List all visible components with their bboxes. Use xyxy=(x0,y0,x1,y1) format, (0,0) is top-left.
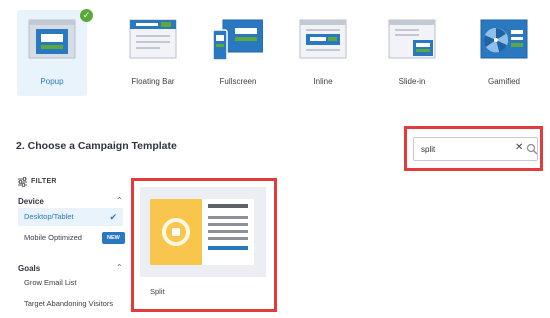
campaign-type-label: Inline xyxy=(313,77,333,86)
filter-option-mobile-optimized[interactable]: Mobile Optimized NEW xyxy=(18,229,125,247)
campaign-type-floating-bar[interactable]: Floating Bar xyxy=(118,10,188,96)
filter-option-target-abandoning-visitors[interactable]: Target Abandoning Visitors xyxy=(18,295,138,313)
template-preview xyxy=(140,187,266,277)
filter-sliders-icon xyxy=(18,177,27,187)
collapse-caret-icon[interactable]: ⌃ xyxy=(116,263,123,272)
campaign-type-slide-in[interactable]: Slide-in xyxy=(377,10,447,96)
preview-text-line xyxy=(208,216,248,219)
template-preview-image-panel xyxy=(150,199,202,265)
inline-icon xyxy=(299,19,347,59)
filter-option-label: Mobile Optimized xyxy=(24,233,82,242)
filter-option-grow-email-list[interactable]: Grow Email List xyxy=(18,274,123,292)
campaign-type-label: Floating Bar xyxy=(131,77,175,86)
search-input[interactable] xyxy=(421,143,511,156)
gamified-wheel-icon xyxy=(480,19,528,59)
campaign-type-inline[interactable]: Inline xyxy=(288,10,358,96)
collapse-caret-icon[interactable]: ⌃ xyxy=(116,196,123,205)
checkmark-icon: ✓ xyxy=(80,9,93,22)
template-card-split[interactable]: Split xyxy=(140,187,266,305)
template-preview-content-panel xyxy=(202,199,254,265)
filter-option-label: Desktop/Tablet xyxy=(24,212,74,221)
new-badge: NEW xyxy=(102,232,125,244)
checkmark-icon: ✔ xyxy=(109,212,117,222)
template-preview-graphic xyxy=(162,218,190,246)
preview-headline-bar xyxy=(208,204,248,208)
preview-text-line xyxy=(208,237,248,240)
section-heading: 2. Choose a Campaign Template xyxy=(16,140,177,152)
filter-option-desktop-tablet[interactable]: Desktop/Tablet ✔ xyxy=(18,208,123,226)
popup-icon xyxy=(28,19,76,59)
preview-text-line xyxy=(208,230,248,233)
campaign-type-row: Popup ✓ Floating Bar Fullscreen Inline S… xyxy=(0,0,550,100)
floating-bar-icon xyxy=(129,19,177,59)
filter-option-label: Grow Email List xyxy=(24,278,77,287)
campaign-type-label: Slide-in xyxy=(398,77,426,86)
preview-button-bar xyxy=(208,246,248,250)
filter-option-label: Target Abandoning Visitors xyxy=(24,299,114,308)
clear-search-icon[interactable]: ✕ xyxy=(515,142,523,153)
template-search[interactable]: ✕ xyxy=(413,137,538,161)
preview-text-line xyxy=(208,223,248,226)
campaign-type-popup[interactable]: Popup xyxy=(17,10,87,96)
fullscreen-icon xyxy=(213,19,263,61)
search-icon[interactable] xyxy=(526,143,538,155)
template-name: Split xyxy=(150,287,165,296)
slide-in-icon xyxy=(388,19,436,59)
filter-label: FILTER xyxy=(31,178,57,185)
filter-group-device-title: Device xyxy=(18,197,44,206)
campaign-type-label: Fullscreen xyxy=(219,77,257,86)
campaign-type-label: Gamified xyxy=(487,77,520,86)
template-preview-graphic-core xyxy=(172,228,180,236)
campaign-type-label: Popup xyxy=(40,77,64,86)
campaign-type-fullscreen[interactable]: Fullscreen xyxy=(203,10,273,96)
campaign-type-gamified[interactable]: Gamified xyxy=(469,10,539,96)
filter-group-goals-title: Goals xyxy=(18,264,41,273)
